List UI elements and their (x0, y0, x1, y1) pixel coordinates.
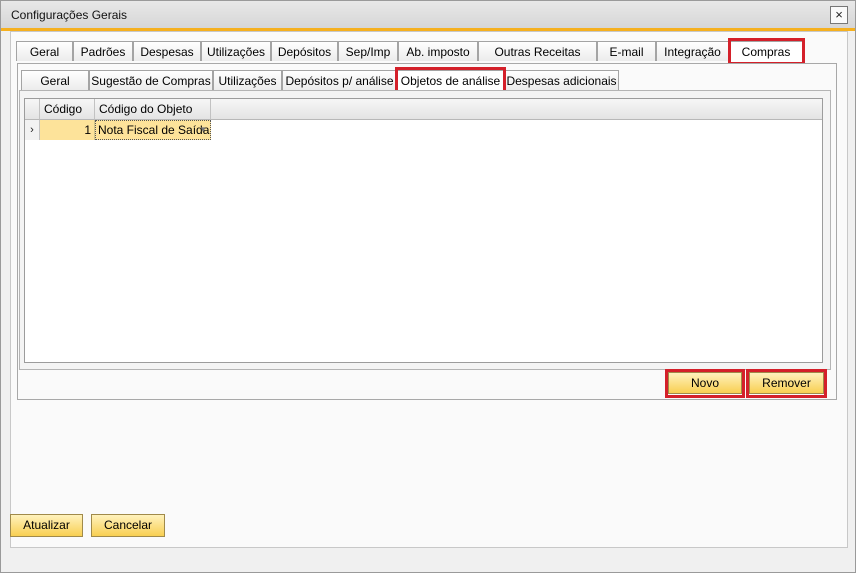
tab-utilizacoes[interactable]: Utilizações (201, 41, 271, 61)
tab-sep-imp[interactable]: Sep/Imp (338, 41, 398, 61)
tab-depositos[interactable]: Depósitos (271, 41, 338, 61)
tab-integracao[interactable]: Integração (656, 41, 729, 61)
cell-codigo-objeto-value: Nota Fiscal de Saída (98, 123, 210, 137)
sub-tab-strip: Geral Sugestão de Compras Utilizações De… (1, 70, 855, 92)
subtab-utilizacoes[interactable]: Utilizações (213, 70, 282, 90)
subtab-despesas-adicionais[interactable]: Despesas adicionais (504, 70, 619, 90)
atualizar-button[interactable]: Atualizar (10, 514, 83, 537)
subtab-sugestao-compras[interactable]: Sugestão de Compras (89, 70, 213, 90)
main-tab-strip: Geral Padrões Despesas Utilizações Depós… (1, 41, 855, 63)
title-bar: Configurações Gerais × (1, 1, 855, 31)
subtab-depositos-analise[interactable]: Depósitos p/ análise (282, 70, 397, 90)
close-icon[interactable]: × (830, 6, 848, 24)
tab-email[interactable]: E-mail (597, 41, 656, 61)
tab-ab-imposto[interactable]: Ab. imposto (398, 41, 478, 61)
column-header-codigo[interactable]: Código (40, 99, 95, 120)
column-header-filler (211, 99, 822, 120)
cell-codigo-objeto-dropdown[interactable]: Nota Fiscal de Saída ▼ (95, 120, 211, 140)
chevron-down-icon[interactable]: ▼ (199, 121, 207, 139)
row-selector-icon[interactable]: › (25, 120, 40, 140)
novo-button[interactable]: Novo (668, 372, 742, 394)
tab-compras[interactable]: Compras (729, 41, 803, 63)
tab-geral[interactable]: Geral (16, 41, 73, 61)
window-title: Configurações Gerais (11, 8, 128, 22)
cancelar-button[interactable]: Cancelar (91, 514, 165, 537)
settings-window: Configurações Gerais × Geral Padrões Des… (0, 0, 856, 573)
subtab-objetos-analise[interactable]: Objetos de análise (397, 70, 504, 92)
tab-padroes[interactable]: Padrões (73, 41, 133, 61)
grid-corner (25, 99, 40, 120)
cell-codigo[interactable]: 1 (40, 120, 95, 140)
subtab-geral[interactable]: Geral (21, 70, 89, 90)
tab-outras-receitas[interactable]: Outras Receitas (478, 41, 597, 61)
tab-despesas[interactable]: Despesas (133, 41, 201, 61)
remover-button[interactable]: Remover (749, 372, 824, 394)
objects-grid: Código Código do Objeto › 1 Nota Fiscal … (24, 98, 823, 363)
column-header-codigo-objeto[interactable]: Código do Objeto (95, 99, 211, 120)
